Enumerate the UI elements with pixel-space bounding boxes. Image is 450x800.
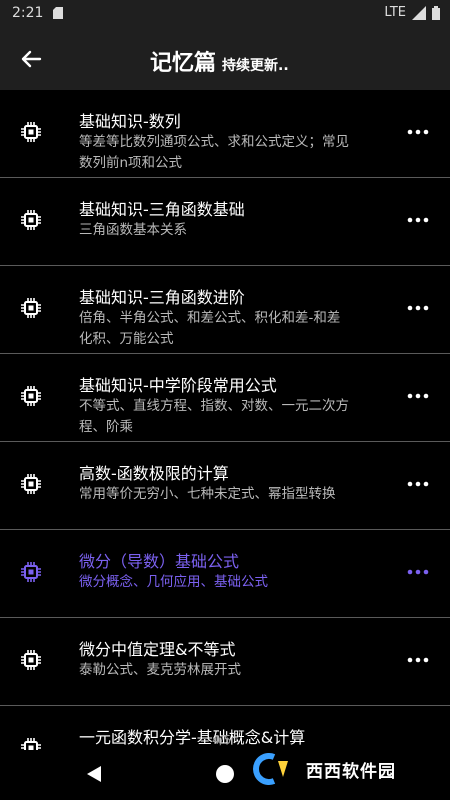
list-item-active[interactable]: 微分（导数）基础公式 微分概念、几何应用、基础公式 xyxy=(0,530,450,618)
status-icons: LTE xyxy=(384,5,440,20)
item-description: 倍角、半角公式、和差公式、积化和差-和差 化积、万能公式 xyxy=(79,310,341,347)
item-description: 等差等比数列通项公式、求和公式定义；常见 数列前n项和公式 xyxy=(79,134,349,171)
page-title-group: 记忆篇 持续更新.. xyxy=(150,45,289,77)
more-dots-icon[interactable] xyxy=(404,388,432,404)
chip-icon xyxy=(20,297,42,319)
status-time: 2:21 xyxy=(12,5,44,21)
watermark: 西西软件园 xyxy=(252,747,396,791)
item-title: 高数-函数极限的计算 xyxy=(79,464,229,483)
chip-icon xyxy=(20,385,42,407)
more-dots-icon[interactable] xyxy=(404,564,432,580)
page-indicator: 4/5 xyxy=(212,733,232,747)
chip-icon xyxy=(20,737,42,750)
nav-home-icon[interactable] xyxy=(216,765,234,783)
item-title: 基础知识-中学阶段常用公式 xyxy=(79,376,277,395)
page-subtitle: 持续更新.. xyxy=(222,58,289,74)
item-title: 基础知识-三角函数进阶 xyxy=(79,288,245,307)
more-dots-icon[interactable] xyxy=(404,212,432,228)
more-dots-icon[interactable] xyxy=(404,124,432,140)
battery-icon xyxy=(432,5,440,20)
app-bar: 记忆篇 持续更新.. xyxy=(0,28,450,90)
more-dots-icon[interactable] xyxy=(404,652,432,668)
nav-back-icon[interactable] xyxy=(84,764,104,784)
page-title: 记忆篇 xyxy=(150,51,217,76)
item-description: 微分概念、几何应用、基础公式 xyxy=(79,574,268,590)
chip-icon xyxy=(20,209,42,231)
list-item[interactable]: 高数-函数极限的计算 常用等价无穷小、七种未定式、幂指型转换 xyxy=(0,442,450,530)
list-item[interactable]: 基础知识-三角函数进阶 倍角、半角公式、和差公式、积化和差-和差 化积、万能公式 xyxy=(0,266,450,354)
network-type: LTE xyxy=(384,5,406,20)
back-arrow-icon[interactable] xyxy=(16,44,46,74)
item-description: 不等式、直线方程、指数、对数、一元二次方 程、阶乘 xyxy=(79,398,349,435)
item-title: 微分中值定理&不等式 xyxy=(79,640,236,659)
watermark-text: 西西软件园 xyxy=(306,761,396,782)
formula-list: 基础知识-数列 等差等比数列通项公式、求和公式定义；常见 数列前n项和公式 基础知… xyxy=(0,90,450,750)
item-description: 泰勒公式、麦克劳林展开式 xyxy=(79,662,241,678)
status-bar: 2:21 LTE xyxy=(0,0,450,28)
chip-icon xyxy=(20,121,42,143)
signal-icon xyxy=(412,5,426,20)
sd-card-icon xyxy=(53,7,63,19)
item-description: 常用等价无穷小、七种未定式、幂指型转换 xyxy=(79,486,336,502)
chip-icon xyxy=(20,561,42,583)
item-title: 基础知识-数列 xyxy=(79,112,181,131)
more-dots-icon[interactable] xyxy=(404,476,432,492)
list-item[interactable]: 基础知识-中学阶段常用公式 不等式、直线方程、指数、对数、一元二次方 程、阶乘 xyxy=(0,354,450,442)
item-title: 微分（导数）基础公式 xyxy=(79,552,240,571)
item-title: 基础知识-三角函数基础 xyxy=(79,200,245,219)
list-item[interactable]: 基础知识-三角函数基础 三角函数基本关系 xyxy=(0,178,450,266)
chip-icon xyxy=(20,473,42,495)
list-item[interactable]: 微分中值定理&不等式 泰勒公式、麦克劳林展开式 xyxy=(0,618,450,706)
watermark-logo-icon xyxy=(253,753,288,785)
item-title: 一元函数积分学-基础概念&计算 xyxy=(79,728,306,747)
more-dots-icon[interactable] xyxy=(404,300,432,316)
item-description: 三角函数基本关系 xyxy=(79,222,187,238)
chip-icon xyxy=(20,649,42,671)
list-item[interactable]: 基础知识-数列 等差等比数列通项公式、求和公式定义；常见 数列前n项和公式 xyxy=(0,90,450,178)
